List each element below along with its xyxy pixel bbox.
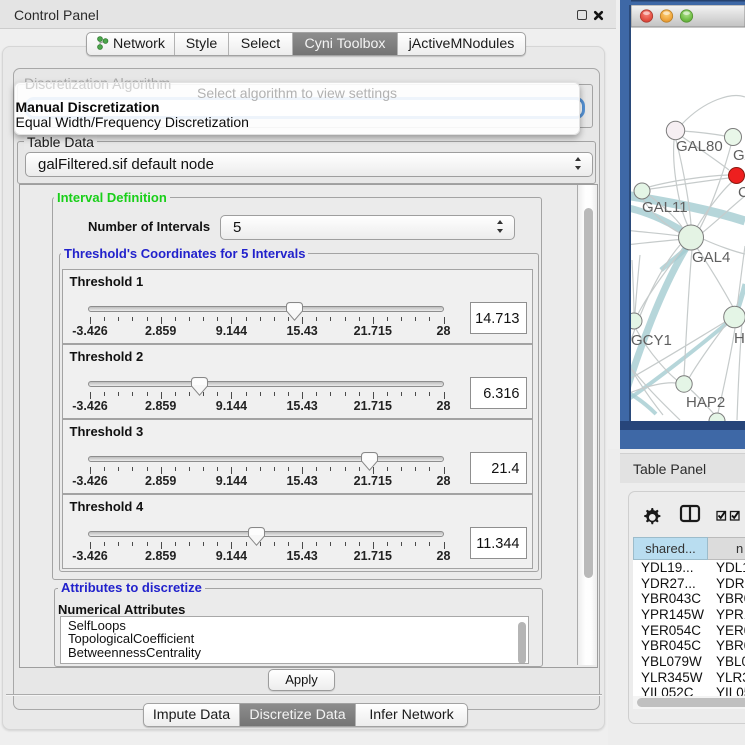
svg-text:GAL11: GAL11 xyxy=(642,199,688,216)
svg-text:GAL80: GAL80 xyxy=(676,138,723,155)
svg-text:HAP2: HAP2 xyxy=(686,394,725,411)
svg-text:GCY1: GCY1 xyxy=(631,332,672,349)
svg-text:GA: GA xyxy=(733,147,745,164)
svg-text:C: C xyxy=(738,184,745,201)
svg-text:GAL4: GAL4 xyxy=(692,249,730,266)
svg-text:H: H xyxy=(734,330,745,347)
